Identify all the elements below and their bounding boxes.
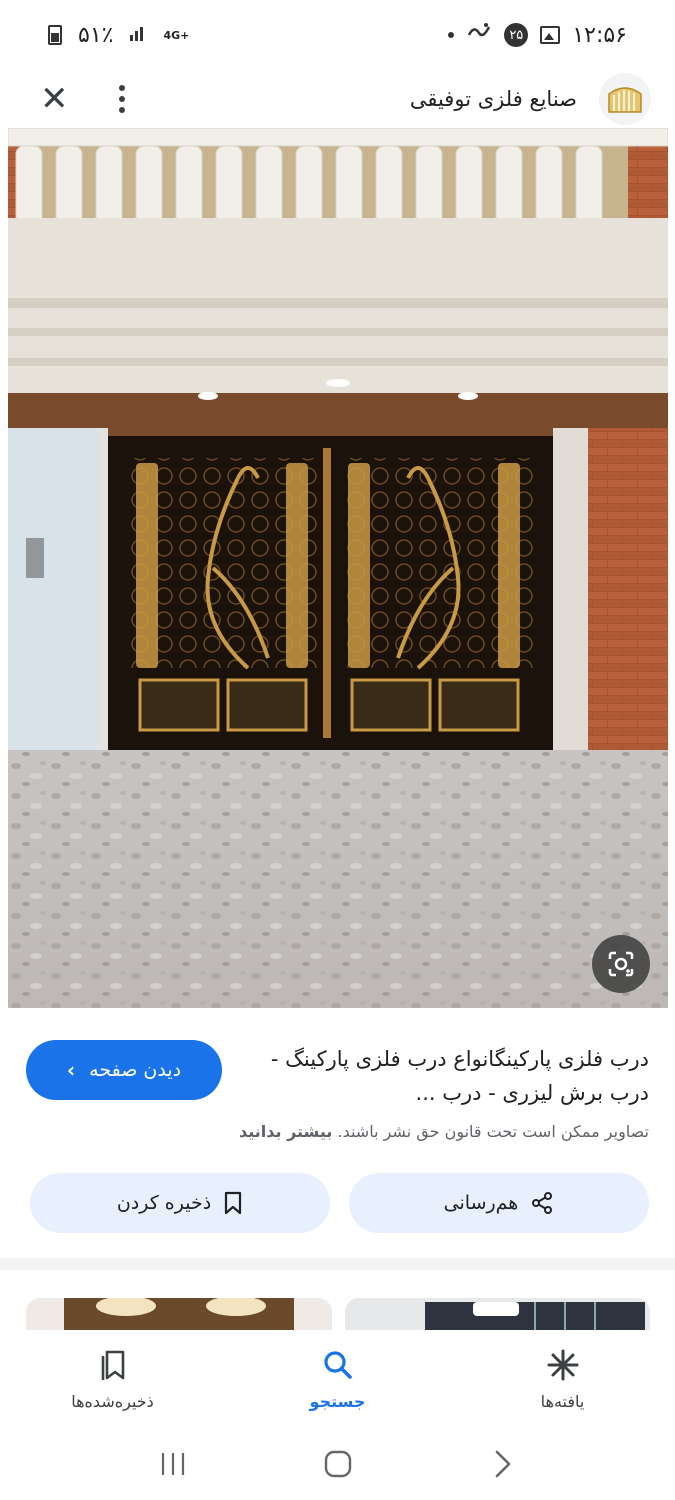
notification-count-badge: ۲۵ <box>504 23 529 47</box>
save-button[interactable]: ذخیره کردن <box>30 1173 330 1233</box>
site-title[interactable]: صنایع فلزی توفیقی <box>410 87 577 111</box>
nav-search[interactable]: جستجو <box>258 1348 418 1411</box>
result-caption[interactable]: درب فلزی پارکینگانواع درب فلزی پارکینگ -… <box>269 1042 649 1112</box>
share-button[interactable]: هم‌رسانی <box>349 1173 649 1233</box>
related-image-thumbnail[interactable] <box>345 1298 650 1330</box>
status-left: ۵۱٪ 4G+ <box>48 23 189 48</box>
visit-page-button[interactable]: ‹ دیدن صفحه <box>26 1040 222 1100</box>
lens-icon <box>608 951 634 977</box>
save-label: ذخیره کردن <box>116 1192 212 1214</box>
notification-dot-icon <box>448 32 455 38</box>
home-button[interactable] <box>308 1449 368 1479</box>
nav-discover-label: یافته‌ها <box>540 1391 585 1411</box>
battery-icon <box>48 25 62 45</box>
lens-search-button[interactable] <box>592 935 650 993</box>
asterisk-icon <box>547 1349 578 1380</box>
recent-apps-button[interactable] <box>143 1450 203 1478</box>
status-right: ۲۵ ۱۲:۵۶ <box>448 21 627 49</box>
learn-more-link[interactable]: بیشتر بدانید <box>239 1122 332 1141</box>
share-label: هم‌رسانی <box>443 1192 519 1214</box>
system-navigation-bar <box>0 1428 675 1500</box>
gate-photo[interactable] <box>8 128 668 1008</box>
chevron-left-icon: ‹ <box>66 1058 76 1082</box>
battery-level: ۵۱٪ <box>78 22 114 48</box>
share-icon <box>532 1192 553 1214</box>
back-button[interactable] <box>473 1449 533 1479</box>
site-logo-icon <box>599 73 651 125</box>
gallery-icon <box>540 26 561 44</box>
nav-saved-label: ذخیره‌شده‌ها <box>71 1391 154 1411</box>
signal-icon <box>129 23 147 48</box>
close-icon[interactable]: ✕ <box>40 82 69 116</box>
site-info[interactable]: صنایع فلزی توفیقی <box>410 73 651 125</box>
home-icon <box>324 1450 351 1478</box>
network-type: 4G+ <box>163 28 190 42</box>
header-actions: ✕ <box>40 82 125 116</box>
bottom-navigation: ذخیره‌شده‌ها جستجو یافته‌ها <box>0 1330 675 1428</box>
clock: ۱۲:۵۶ <box>572 22 627 48</box>
viewer-header: ✕ صنایع فلزی توفیقی <box>0 70 675 128</box>
more-vert-icon[interactable] <box>118 85 125 113</box>
nav-saved[interactable]: ذخیره‌شده‌ها <box>33 1348 193 1411</box>
copyright-notice: تصاویر ممکن است تحت قانون حق نشر باشند. … <box>239 1122 649 1141</box>
bookmarks-icon <box>101 1350 124 1380</box>
app-notification-icon <box>466 21 492 49</box>
back-chevron-icon <box>495 1450 510 1478</box>
visit-page-label: دیدن صفحه <box>89 1059 182 1081</box>
related-image-thumbnail[interactable] <box>26 1298 332 1330</box>
status-bar: ۵۱٪ 4G+ ۲۵ ۱۲:۵۶ <box>0 0 675 70</box>
nav-discover[interactable]: یافته‌ها <box>483 1348 643 1411</box>
copyright-text: تصاویر ممکن است تحت قانون حق نشر باشند. <box>337 1122 649 1141</box>
section-divider <box>0 1258 675 1270</box>
bookmark-icon <box>225 1191 242 1215</box>
related-images-strip <box>0 1298 675 1330</box>
nav-search-label: جستجو <box>309 1391 366 1411</box>
search-icon <box>323 1350 352 1379</box>
recent-apps-icon <box>161 1453 184 1475</box>
